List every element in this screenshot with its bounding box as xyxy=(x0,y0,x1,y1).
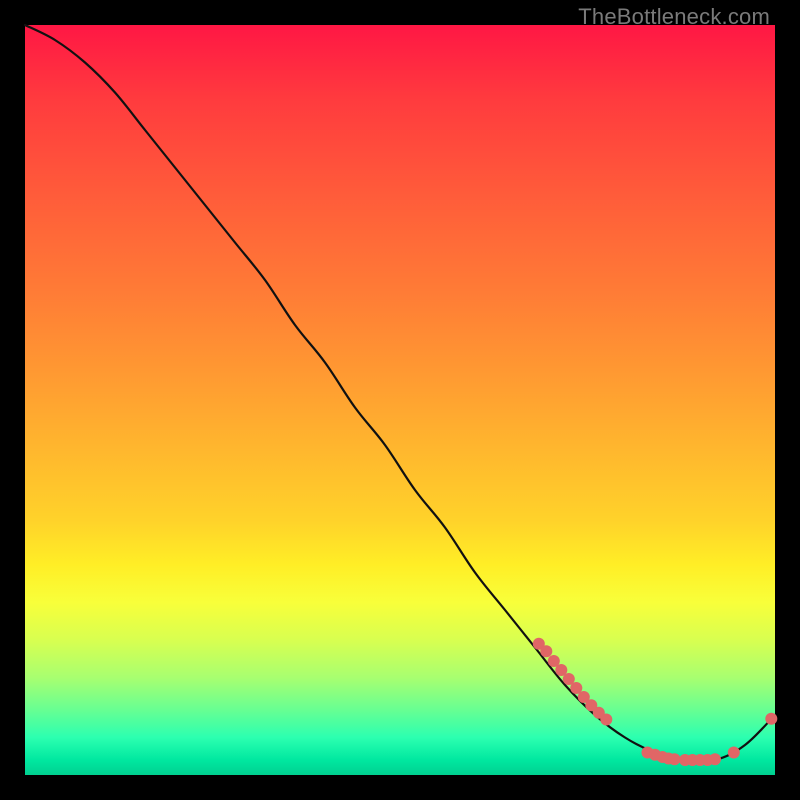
bottleneck-curve xyxy=(25,25,775,762)
chart-svg xyxy=(25,25,775,775)
chart-stage: TheBottleneck.com xyxy=(0,0,800,800)
cluster-point xyxy=(765,713,777,725)
cluster-point xyxy=(600,714,612,726)
cluster-point xyxy=(669,753,681,765)
data-points-group xyxy=(533,638,778,766)
cluster-point xyxy=(709,753,721,765)
cluster-point xyxy=(540,645,552,657)
plot-area xyxy=(25,25,775,775)
cluster-point xyxy=(728,747,740,759)
